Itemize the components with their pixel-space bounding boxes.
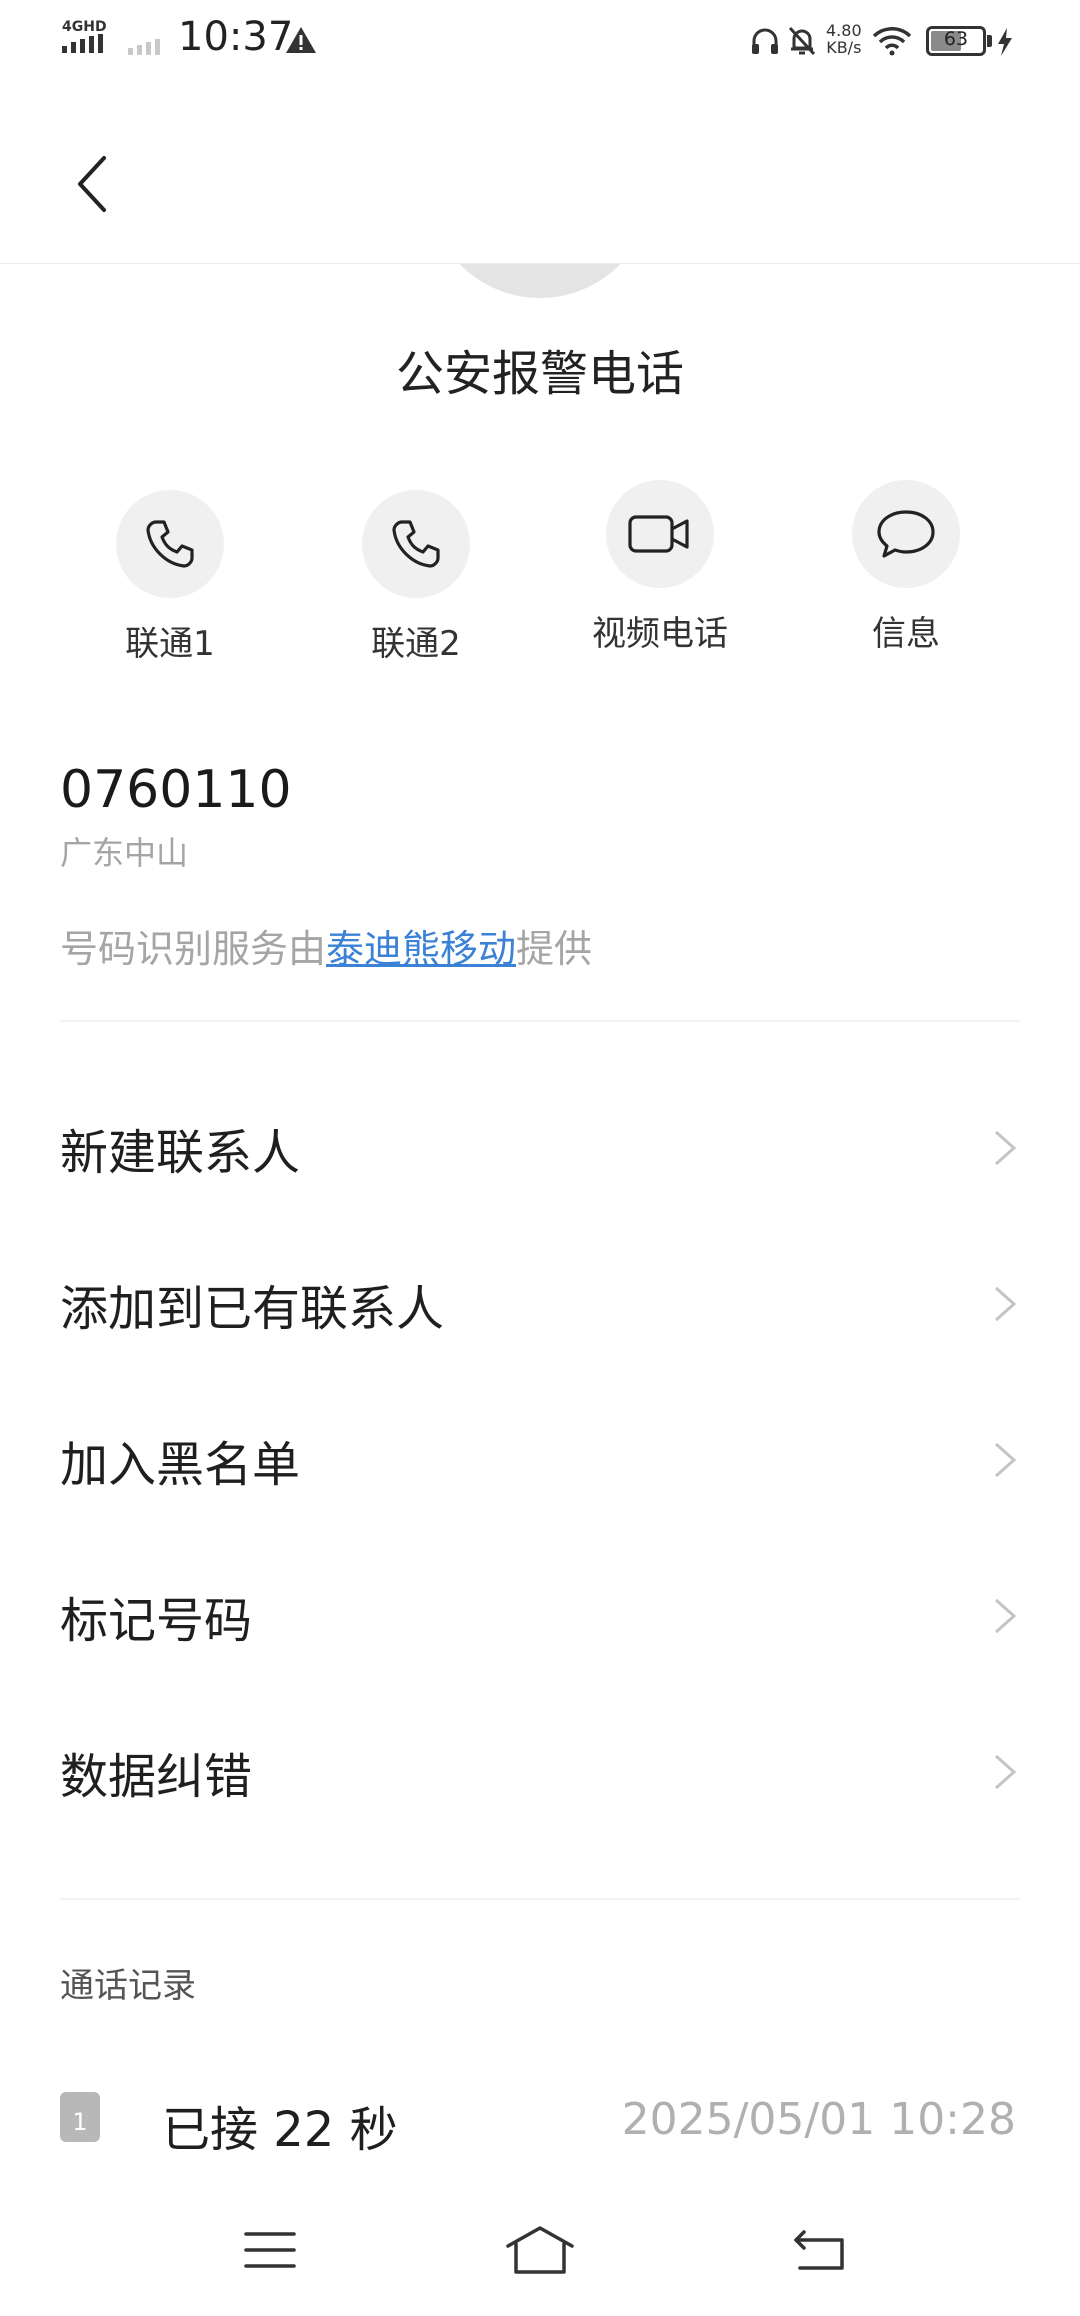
call-sim2-icon-circle <box>362 490 470 598</box>
phone-number: 0760110 <box>60 760 292 820</box>
home-icon <box>506 2226 574 2274</box>
call-sim1-button[interactable]: 联通1 <box>80 490 260 665</box>
network-speed: 4.80 KB/s <box>826 22 862 56</box>
menu-lines-icon <box>244 2232 296 2268</box>
chevron-right-icon <box>995 1286 1017 1322</box>
battery-level: 63 <box>943 28 969 50</box>
call-sim2-button[interactable]: 联通2 <box>326 490 506 665</box>
divider <box>60 1898 1020 1900</box>
back-nav-button[interactable] <box>780 2220 860 2280</box>
message-bubble-icon <box>877 510 935 558</box>
network-type-indicator: 4GHD <box>62 20 110 54</box>
phone-icon <box>146 520 194 568</box>
divider <box>60 1020 1020 1022</box>
data-correction-item[interactable]: 数据纠错 <box>0 1694 1080 1850</box>
wifi-icon <box>872 27 912 56</box>
provider-notice: 号码识别服务由泰迪熊移动提供 <box>60 918 592 973</box>
message-label: 信息 <box>872 614 940 654</box>
call-datetime: 2025/05/01 10:28 <box>621 2094 1016 2145</box>
mute-bell-icon <box>788 26 816 56</box>
new-contact-label: 新建联系人 <box>60 1125 301 1181</box>
warning-icon <box>286 27 316 53</box>
call-sim1-icon-circle <box>116 490 224 598</box>
message-icon-circle <box>852 480 960 588</box>
video-call-button[interactable]: 视频电话 <box>570 480 750 655</box>
back-return-icon <box>794 2230 844 2270</box>
back-arrow-icon[interactable] <box>72 154 112 214</box>
call-sim1-label: 联通1 <box>125 624 215 664</box>
signal-sim1-icon <box>62 34 103 53</box>
provider-link[interactable]: 泰迪熊移动 <box>326 927 516 971</box>
video-call-icon-circle <box>606 480 714 588</box>
add-to-existing-contact-item[interactable]: 添加到已有联系人 <box>0 1226 1080 1382</box>
chevron-right-icon <box>995 1442 1017 1478</box>
app-header <box>0 80 1080 264</box>
speed-value: 4.80 <box>826 21 862 40</box>
video-camera-icon <box>628 515 689 553</box>
mark-number-label: 标记号码 <box>60 1593 253 1649</box>
call-type: 已接 22 秒 <box>162 2102 398 2158</box>
provider-prefix: 号码识别服务由 <box>60 927 327 971</box>
home-nav-button[interactable] <box>500 2220 580 2280</box>
call-log-row[interactable]: 1 已接 22 秒 2025/05/01 10:28 <box>0 2080 1080 2160</box>
contact-name: 公安报警电话 <box>395 346 684 402</box>
add-to-blacklist-label: 加入黑名单 <box>60 1437 301 1493</box>
chevron-right-icon <box>995 1598 1017 1634</box>
battery-icon: 63 <box>926 26 986 56</box>
phone-icon <box>392 520 440 568</box>
message-button[interactable]: 信息 <box>816 480 996 655</box>
add-to-blacklist-item[interactable]: 加入黑名单 <box>0 1382 1080 1538</box>
number-region: 广东中山 <box>60 834 189 872</box>
speed-unit: KB/s <box>826 38 862 57</box>
headphones-icon <box>752 28 778 54</box>
call-log-title: 通话记录 <box>60 1966 196 2006</box>
chevron-right-icon <box>995 1754 1017 1790</box>
battery-tip <box>987 35 992 47</box>
add-to-existing-contact-label: 添加到已有联系人 <box>60 1281 445 1337</box>
data-correction-label: 数据纠错 <box>60 1749 253 1805</box>
navigation-bar <box>0 2180 1080 2316</box>
call-sim2-label: 联通2 <box>371 624 461 664</box>
provider-suffix: 提供 <box>516 927 593 971</box>
signal-sim2-icon <box>128 39 160 55</box>
status-bar: 4GHD 10:37 4.80 KB/s 63 <box>0 0 1080 80</box>
sim-number: 1 <box>72 2108 88 2136</box>
menu-nav-button[interactable] <box>230 2220 310 2280</box>
network-type-label: 4GHD <box>62 19 107 35</box>
new-contact-item[interactable]: 新建联系人 <box>0 1070 1080 1226</box>
sim-card-icon: 1 <box>60 2092 100 2142</box>
charging-bolt-icon <box>998 28 1012 56</box>
video-call-label: 视频电话 <box>592 614 728 654</box>
mark-number-item[interactable]: 标记号码 <box>0 1538 1080 1694</box>
status-time: 10:37 <box>178 14 294 60</box>
chevron-right-icon <box>995 1130 1017 1166</box>
